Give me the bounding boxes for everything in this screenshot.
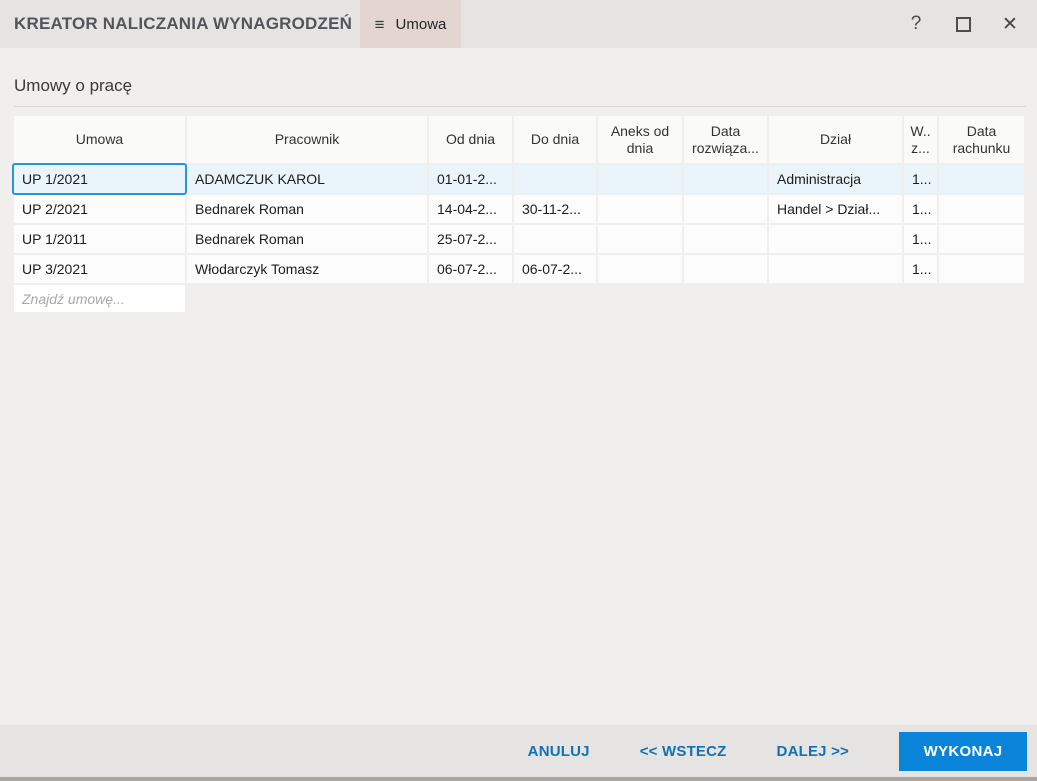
table-row[interactable]: UP 3/2021 Włodarczyk Tomasz 06-07-2... 0… bbox=[14, 255, 1024, 283]
page-title: Umowy o pracę bbox=[14, 76, 133, 95]
maximize-icon bbox=[955, 16, 971, 32]
section-divider bbox=[14, 106, 1026, 107]
close-icon: ✕ bbox=[1002, 13, 1018, 35]
table-cell[interactable]: ADAMCZUK KAROL bbox=[187, 165, 427, 193]
table-cell[interactable] bbox=[514, 225, 596, 253]
table-cell[interactable]: 1... bbox=[904, 255, 937, 283]
table-cell[interactable]: Handel > Dział... bbox=[769, 195, 902, 223]
table-cell[interactable] bbox=[598, 165, 682, 193]
contract-search-input[interactable] bbox=[14, 285, 185, 312]
column-header-do-dnia[interactable]: Do dnia bbox=[514, 116, 596, 163]
column-header-od-dnia[interactable]: Od dnia bbox=[429, 116, 512, 163]
table-cell[interactable] bbox=[514, 165, 596, 193]
table-cell[interactable] bbox=[939, 165, 1024, 193]
table-cell[interactable]: 1... bbox=[904, 165, 937, 193]
table-cell[interactable] bbox=[684, 195, 767, 223]
table-cell[interactable] bbox=[769, 255, 902, 283]
maximize-button[interactable] bbox=[953, 10, 973, 38]
table-row[interactable]: UP 2/2021 Bednarek Roman 14-04-2... 30-1… bbox=[14, 195, 1024, 223]
table-cell[interactable] bbox=[684, 255, 767, 283]
help-icon: ? bbox=[910, 13, 922, 34]
wizard-window: { "window": { "title": "KREATOR NALICZAN… bbox=[0, 0, 1037, 781]
table-cell[interactable]: 01-01-2... bbox=[429, 165, 512, 193]
table-cell[interactable] bbox=[598, 255, 682, 283]
table-cell[interactable]: 1... bbox=[904, 225, 937, 253]
column-header-umowa[interactable]: Umowa bbox=[14, 116, 185, 163]
next-button[interactable]: DALEJ >> bbox=[777, 743, 849, 760]
table-cell[interactable]: Bednarek Roman bbox=[187, 225, 427, 253]
cancel-button[interactable]: ANULUJ bbox=[528, 743, 590, 760]
table-cell[interactable]: UP 3/2021 bbox=[14, 255, 185, 283]
table-row[interactable]: UP 1/2011 Bednarek Roman 25-07-2... 1... bbox=[14, 225, 1024, 253]
table-cell[interactable]: 06-07-2... bbox=[429, 255, 512, 283]
footer-bar: ANULUJ << WSTECZ DALEJ >> WYKONAJ bbox=[0, 725, 1037, 777]
table-cell[interactable]: 25-07-2... bbox=[429, 225, 512, 253]
back-button[interactable]: << WSTECZ bbox=[640, 743, 727, 760]
column-header-data-rachunku[interactable]: Data rachunku bbox=[939, 116, 1024, 163]
table-cell[interactable]: 06-07-2... bbox=[514, 255, 596, 283]
title-bar: KREATOR NALICZANIA WYNAGRODZEŃ ≡ Umowa ?… bbox=[0, 0, 1037, 48]
window-title: KREATOR NALICZANIA WYNAGRODZEŃ bbox=[14, 14, 353, 33]
filter-row bbox=[14, 285, 1024, 312]
close-button[interactable]: ✕ bbox=[1000, 10, 1020, 38]
table-cell[interactable]: UP 1/2011 bbox=[14, 225, 185, 253]
table-cell[interactable]: 14-04-2... bbox=[429, 195, 512, 223]
table-cell[interactable] bbox=[684, 225, 767, 253]
table-cell[interactable]: Włodarczyk Tomasz bbox=[187, 255, 427, 283]
contracts-table: Umowa Pracownik Od dnia Do dnia Aneks od… bbox=[12, 116, 1024, 312]
table-cell[interactable]: UP 2/2021 bbox=[14, 195, 185, 223]
tab-umowa[interactable]: ≡ Umowa bbox=[360, 0, 461, 48]
table-cell[interactable] bbox=[769, 225, 902, 253]
table-cell[interactable]: 30-11-2... bbox=[514, 195, 596, 223]
help-button[interactable]: ? bbox=[906, 10, 926, 38]
table-header-row: Umowa Pracownik Od dnia Do dnia Aneks od… bbox=[14, 116, 1024, 163]
table-cell[interactable] bbox=[598, 195, 682, 223]
execute-button[interactable]: WYKONAJ bbox=[899, 731, 1027, 771]
table-cell[interactable] bbox=[939, 225, 1024, 253]
window-bottom-edge bbox=[0, 777, 1037, 781]
table-cell[interactable] bbox=[684, 165, 767, 193]
table-cell[interactable]: UP 1/2021 bbox=[12, 163, 187, 195]
column-header-aneks-od-dnia[interactable]: Aneks od dnia bbox=[598, 116, 682, 163]
table-cell[interactable] bbox=[598, 225, 682, 253]
table-row[interactable]: UP 1/2021 ADAMCZUK KAROL 01-01-2... Admi… bbox=[12, 163, 1024, 195]
column-header-pracownik[interactable]: Pracownik bbox=[187, 116, 427, 163]
table-cell[interactable] bbox=[939, 255, 1024, 283]
menu-icon: ≡ bbox=[374, 14, 385, 34]
table-cell[interactable]: Administracja bbox=[769, 165, 902, 193]
table-cell[interactable] bbox=[939, 195, 1024, 223]
column-header-data-rozwiazania[interactable]: Data rozwiąza... bbox=[684, 116, 767, 163]
table-cell[interactable]: 1... bbox=[904, 195, 937, 223]
column-header-dzial[interactable]: Dział bbox=[769, 116, 902, 163]
window-controls: ? ✕ bbox=[906, 0, 1037, 48]
table-cell[interactable]: Bednarek Roman bbox=[187, 195, 427, 223]
column-header-w-z[interactable]: W.. z... bbox=[904, 116, 937, 163]
tab-umowa-label: Umowa bbox=[395, 15, 447, 33]
